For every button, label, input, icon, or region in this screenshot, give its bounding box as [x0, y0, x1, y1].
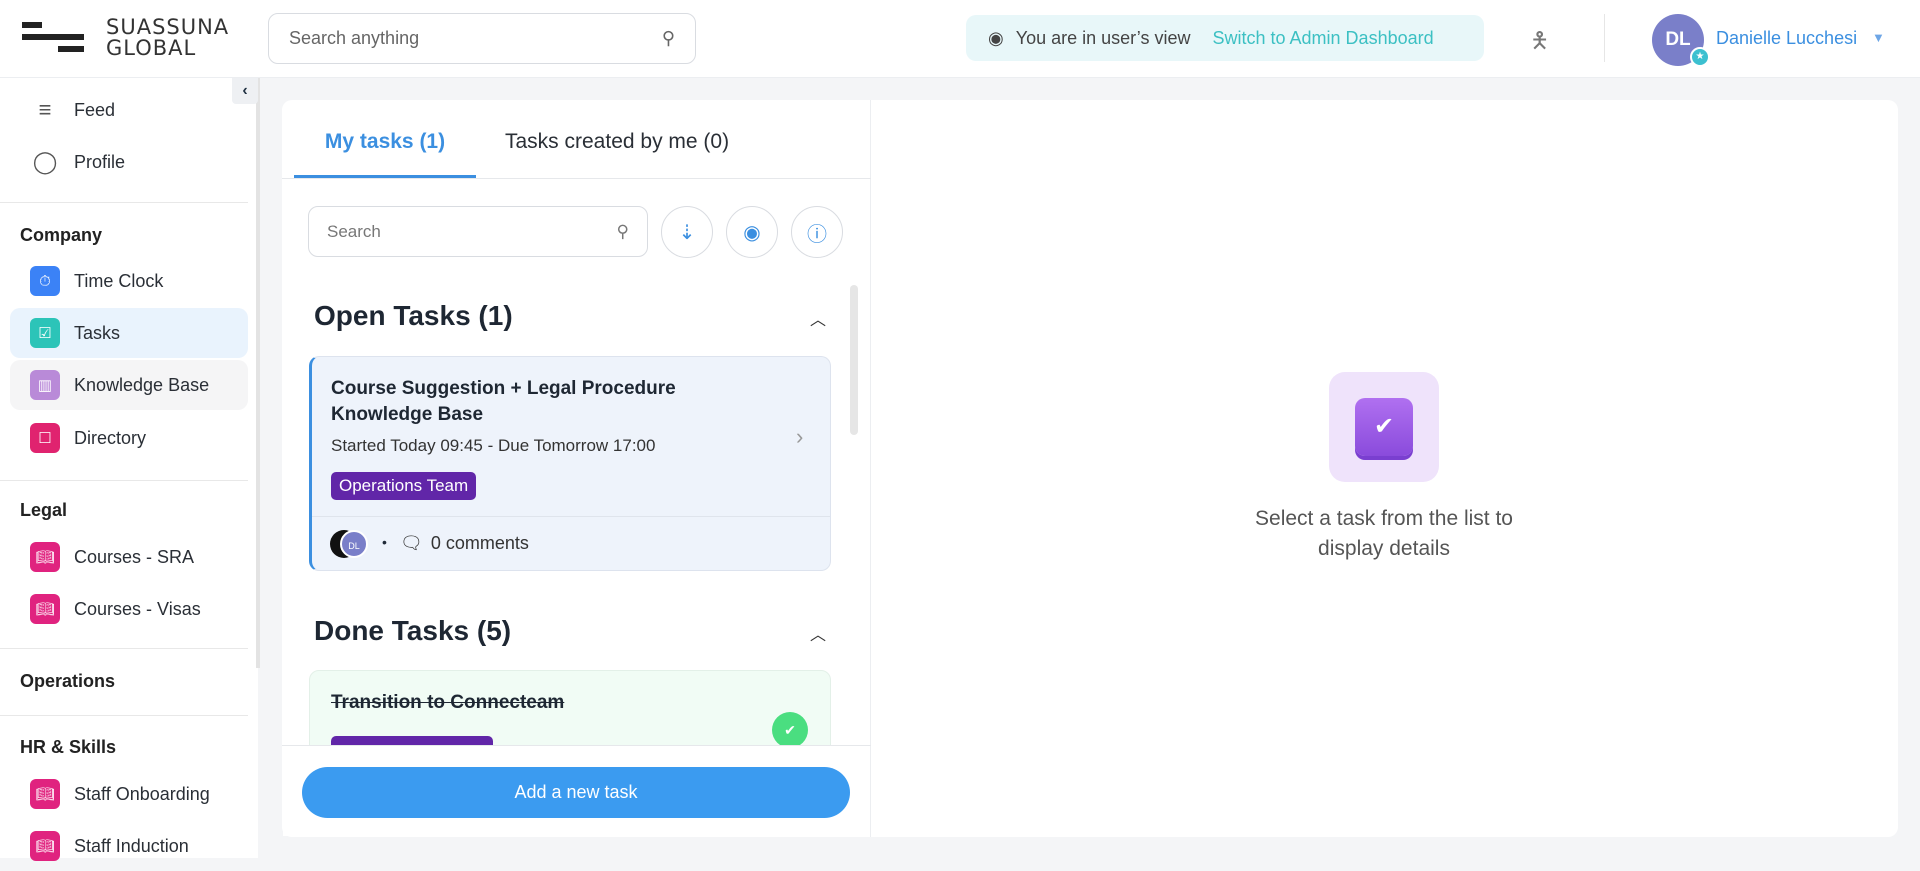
comments-count: 🗨︎ 0 comments — [400, 533, 529, 554]
books-icon: ▥ — [30, 370, 60, 400]
logo-icon-bar — [22, 34, 84, 40]
sidebar-item-staff-induction[interactable]: 📖︎ Staff Induction — [10, 821, 248, 871]
user-view-banner: ◉ You are in user’s view Switch to Admin D… — [966, 15, 1484, 61]
label: Profile — [74, 151, 126, 172]
alert-circle-icon: ⓘ — [807, 223, 827, 246]
logo-icon — [22, 22, 42, 28]
label: Staff Induction — [74, 835, 189, 856]
book-icon: 📖︎ — [30, 831, 60, 861]
tasks-icon: ☑ — [30, 318, 60, 348]
chevron-up-icon[interactable]: ︿ — [810, 621, 826, 645]
label: Directory — [74, 427, 147, 448]
search-icon: ⚲ — [661, 28, 675, 48]
sidebar-item-courses-visas[interactable]: 📖︎ Courses - Visas — [10, 584, 248, 634]
search-placeholder: Search — [327, 221, 381, 241]
task-title: Course Suggestion + Legal Procedure Know… — [331, 378, 676, 425]
view-notice: You are in user’s view — [1015, 27, 1191, 48]
user-name[interactable]: Danielle Lucchesi — [1716, 28, 1857, 49]
task-dates: Started Today 09:45 - Due Tomorrow 17:00 — [331, 436, 656, 455]
sidebar-item-tasks[interactable]: ☑ Tasks — [10, 308, 248, 358]
sidebar-item-courses-sra[interactable]: 📖︎ Courses - SRA — [10, 532, 248, 582]
label: Courses - Visas — [74, 598, 201, 619]
label: Knowledge Base — [74, 374, 210, 395]
compress-icon: ⇣ — [678, 221, 696, 244]
divider — [0, 480, 248, 481]
section-company: Company — [20, 225, 103, 245]
contact-book-icon: ☐ — [30, 423, 60, 453]
sidebar-item-directory[interactable]: ☐ Directory — [10, 413, 248, 463]
tab-tasks-created-by-me[interactable]: Tasks created by me (0) — [505, 130, 729, 178]
search-placeholder: Search anything — [289, 28, 420, 48]
search-icon: ⚲ — [616, 221, 629, 241]
chevron-right-icon: › — [796, 424, 804, 449]
divider — [0, 648, 248, 649]
switch-to-admin-link[interactable]: Switch to Admin Dashboard — [1213, 28, 1434, 49]
accessibility-icon[interactable]: 🯅 — [1530, 24, 1549, 62]
label: Tasks — [74, 322, 121, 343]
user-circle-icon: ◯ — [32, 149, 58, 174]
divider — [0, 715, 248, 716]
assignee-avatar: DL — [340, 530, 368, 558]
sidebar-item-time-clock[interactable]: ⏱ Time Clock — [10, 256, 248, 306]
label: Staff Onboarding — [74, 783, 210, 804]
done-tasks-heading: Done Tasks (5) — [314, 615, 512, 646]
divider — [1604, 14, 1605, 62]
separator-dot: • — [382, 534, 387, 550]
section-legal: Legal — [20, 500, 68, 520]
eye-icon: ◉ — [743, 221, 761, 244]
book-icon: 📖︎ — [30, 779, 60, 809]
star-badge-icon: ★ — [1690, 47, 1710, 67]
menu-icon: ≡ — [38, 97, 52, 122]
label: Courses - SRA — [74, 546, 195, 567]
brand-line2: GLOBAL — [106, 36, 197, 60]
done-task-title: Transition to Connecteam — [331, 692, 565, 713]
divider — [282, 745, 871, 746]
check-icon: ✔ — [772, 712, 808, 748]
open-tasks-heading: Open Tasks (1) — [314, 300, 513, 331]
list-scrollbar[interactable] — [850, 285, 858, 435]
label: Feed — [74, 99, 116, 120]
book-icon: 📖︎ — [30, 594, 60, 624]
sidebar-item-staff-onboarding[interactable]: 📖︎ Staff Onboarding — [10, 769, 248, 819]
divider — [312, 516, 830, 517]
label: Time Clock — [74, 270, 164, 291]
tab-my-tasks[interactable]: My tasks (1) — [294, 130, 476, 178]
global-search-input[interactable]: Search anything ⚲ — [268, 13, 696, 64]
chevron-up-icon[interactable]: ︿ — [810, 306, 826, 330]
task-tag: Operations Team — [331, 472, 477, 500]
section-hr-skills: HR & Skills — [20, 737, 117, 757]
sidebar-item-profile[interactable]: ◯ Profile — [10, 137, 248, 187]
divider — [0, 202, 248, 203]
task-search-input[interactable]: Search ⚲ — [308, 206, 648, 257]
add-task-button[interactable]: Add a new task — [302, 767, 850, 818]
divider — [282, 178, 871, 179]
comments-label: 0 comments — [430, 533, 529, 553]
section-operations[interactable]: Operations — [20, 671, 115, 692]
collapse-all-button[interactable]: ⇣ — [661, 206, 713, 258]
chevron-down-icon[interactable]: ▼ — [1872, 30, 1885, 45]
logo-icon-bar — [58, 46, 84, 52]
book-icon: 📖︎ — [30, 542, 60, 572]
brand-logo[interactable]: SUASSUNA GLOBAL — [106, 17, 229, 59]
empty-state-text: Select a task from the list to display d… — [1255, 507, 1513, 560]
view-button[interactable]: ◉ — [726, 206, 778, 258]
priority-filter-button[interactable]: ⓘ — [791, 206, 843, 258]
brand-line1: SUASSUNA — [106, 15, 230, 39]
sidebar-item-knowledge-base[interactable]: ▥ Knowledge Base — [10, 360, 248, 410]
task-check-icon: ✔ — [1329, 372, 1439, 482]
comment-icon: 🗨︎ — [400, 533, 423, 553]
stopwatch-icon: ⏱ — [30, 266, 60, 296]
sidebar-item-feed[interactable]: ≡ Feed — [10, 85, 248, 135]
eye-icon: ◉ — [988, 27, 1004, 48]
sidebar-scrollbar[interactable] — [256, 78, 260, 668]
